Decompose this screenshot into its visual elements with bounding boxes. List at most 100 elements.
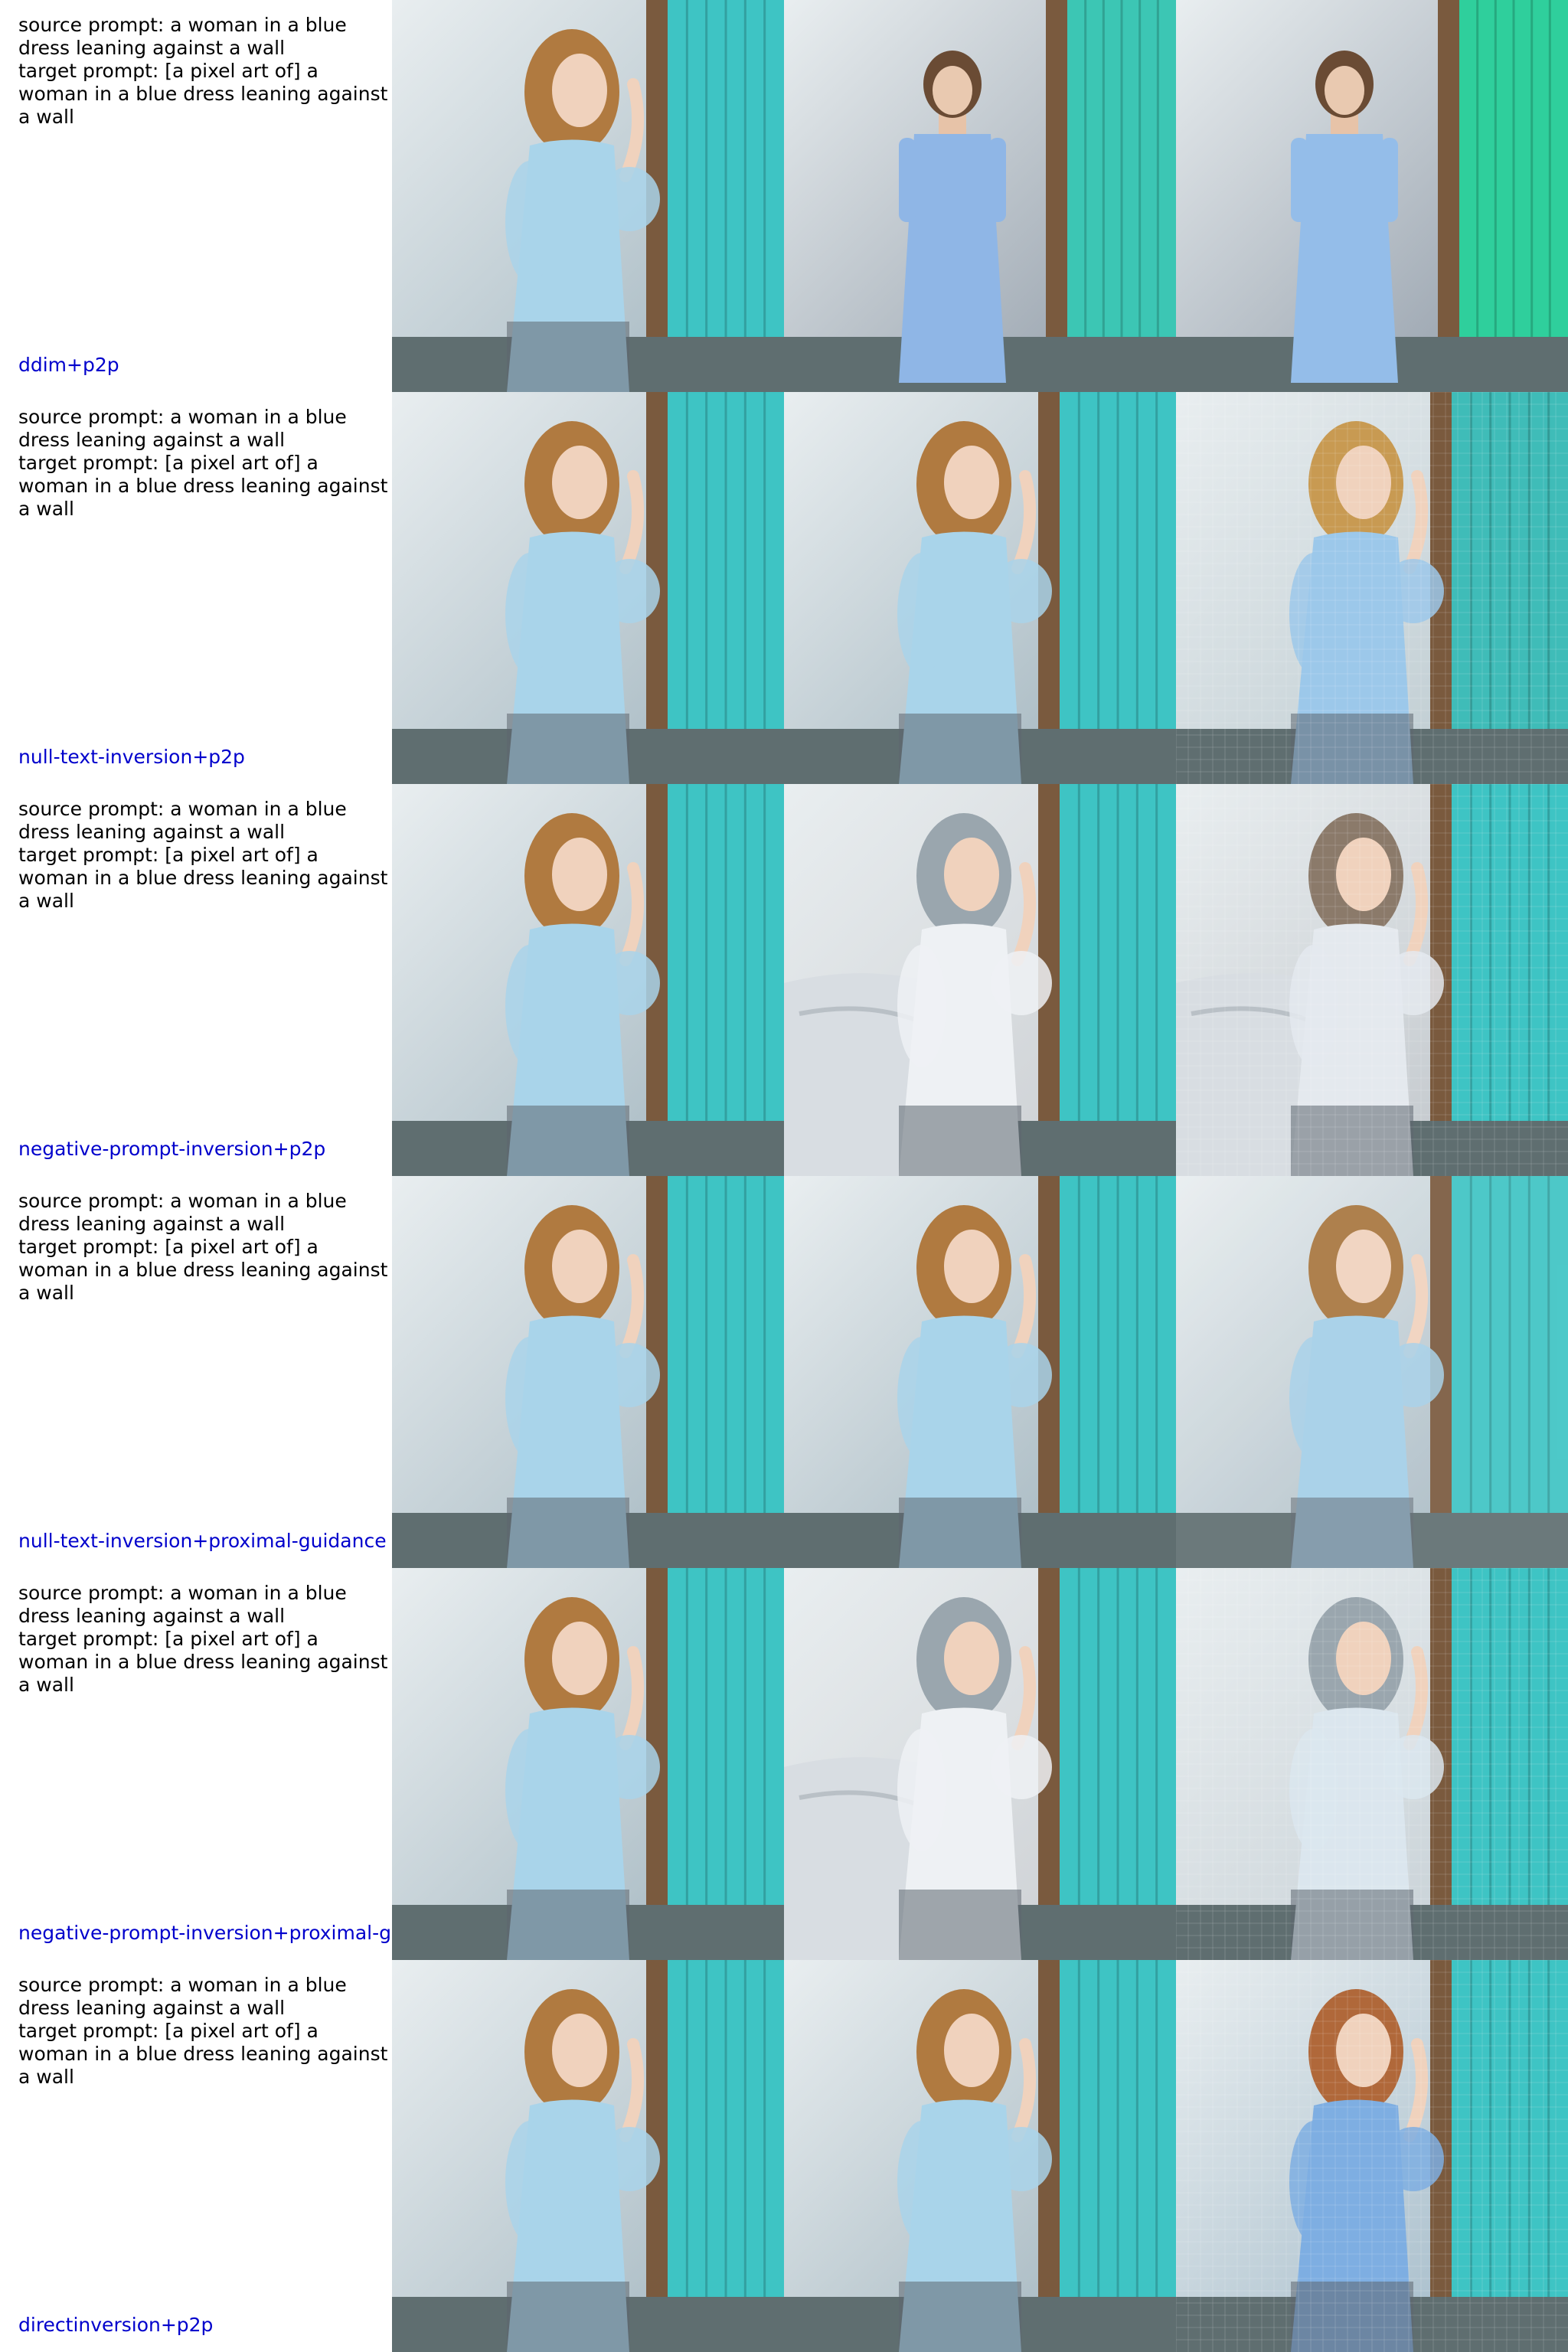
face bbox=[1336, 446, 1391, 519]
method-label: ddim+p2p bbox=[18, 354, 119, 376]
method-label: null-text-inversion+p2p bbox=[18, 746, 245, 768]
edited-image bbox=[1176, 1960, 1568, 2352]
edited-image bbox=[1176, 784, 1568, 1176]
row-label-cell: source prompt: a woman in a blue dress l… bbox=[0, 1960, 392, 2352]
door-frame bbox=[646, 0, 668, 337]
sleeve bbox=[991, 1735, 1052, 1799]
door-frame bbox=[646, 1568, 668, 1905]
source-image bbox=[392, 784, 784, 1176]
soft-haze bbox=[1176, 1176, 1568, 1568]
face bbox=[944, 446, 999, 519]
source-image bbox=[392, 1176, 784, 1568]
sleeve bbox=[989, 138, 1006, 222]
row-ddim-p2p: source prompt: a woman in a blue dress l… bbox=[0, 0, 1568, 392]
face bbox=[933, 66, 972, 115]
skirt-shadow bbox=[899, 714, 1021, 784]
row-label-cell: source prompt: a woman in a blue dress l… bbox=[0, 0, 392, 392]
sleeve bbox=[897, 1337, 946, 1459]
skirt-shadow bbox=[1291, 1106, 1413, 1176]
edited-image bbox=[1176, 1176, 1568, 1568]
skirt-shadow bbox=[1291, 714, 1413, 784]
source-image bbox=[392, 1960, 784, 2352]
sleeve bbox=[1289, 945, 1338, 1067]
photo-illustration bbox=[784, 392, 1176, 784]
photo-illustration bbox=[392, 1176, 784, 1568]
sleeve bbox=[897, 553, 946, 675]
sleeve bbox=[505, 945, 554, 1067]
door-frame bbox=[646, 784, 668, 1121]
sleeve bbox=[897, 945, 946, 1067]
row-null-text-inversion-p2p: source prompt: a woman in a blue dress l… bbox=[0, 392, 1568, 784]
face bbox=[1336, 838, 1391, 911]
skirt-shadow bbox=[507, 1890, 629, 1960]
skirt-shadow bbox=[1291, 2282, 1413, 2352]
face bbox=[552, 838, 607, 911]
source-image bbox=[392, 392, 784, 784]
photo-illustration bbox=[392, 0, 784, 392]
reconstruction-image bbox=[784, 1960, 1176, 2352]
prompt-text: source prompt: a woman in a blue dress l… bbox=[18, 798, 388, 912]
sleeve bbox=[1291, 138, 1308, 222]
photo-illustration bbox=[1176, 1960, 1568, 2352]
source-image bbox=[392, 1568, 784, 1960]
sleeve bbox=[505, 1729, 554, 1851]
face bbox=[944, 1230, 999, 1303]
edited-image bbox=[1176, 392, 1568, 784]
sleeve bbox=[599, 559, 660, 623]
method-label: negative-prompt-inversion+p2p bbox=[18, 1138, 326, 1160]
sleeve bbox=[599, 1343, 660, 1407]
method-label: directinversion+p2p bbox=[18, 2314, 214, 2336]
sleeve bbox=[599, 2127, 660, 2191]
face bbox=[552, 54, 607, 127]
prompt-text: source prompt: a woman in a blue dress l… bbox=[18, 406, 388, 520]
door-frame bbox=[1438, 0, 1459, 337]
sleeve bbox=[1289, 553, 1338, 675]
photo-illustration bbox=[392, 1568, 784, 1960]
row-negative-prompt-inversion-p2p: source prompt: a woman in a blue dress l… bbox=[0, 784, 1568, 1176]
sleeve bbox=[505, 1337, 554, 1459]
sleeve bbox=[991, 1343, 1052, 1407]
face bbox=[552, 1230, 607, 1303]
skirt-shadow bbox=[899, 1106, 1021, 1176]
sleeve bbox=[897, 2121, 946, 2243]
prompt-text: source prompt: a woman in a blue dress l… bbox=[18, 1974, 388, 2088]
sleeve bbox=[991, 2127, 1052, 2191]
method-label: negative-prompt-inversion+proximal-guida… bbox=[18, 1922, 392, 1944]
sleeve bbox=[1383, 559, 1444, 623]
skirt-shadow bbox=[507, 714, 629, 784]
source-image bbox=[392, 0, 784, 392]
sleeve bbox=[1383, 2127, 1444, 2191]
reconstruction-image bbox=[784, 0, 1176, 392]
row-null-text-inversion-proximal-guidance: source prompt: a woman in a blue dress l… bbox=[0, 1176, 1568, 1568]
sleeve bbox=[505, 161, 554, 283]
row-label-cell: source prompt: a woman in a blue dress l… bbox=[0, 1176, 392, 1568]
photo-illustration bbox=[1176, 392, 1568, 784]
method-label: null-text-inversion+proximal-guidance bbox=[18, 1530, 387, 1552]
door-frame bbox=[1038, 1960, 1060, 2297]
face bbox=[552, 2014, 607, 2087]
photo-illustration bbox=[1176, 1568, 1568, 1960]
photo-illustration bbox=[1176, 1176, 1568, 1568]
reconstruction-image bbox=[784, 392, 1176, 784]
sleeve bbox=[1383, 951, 1444, 1015]
door-frame bbox=[1046, 0, 1067, 337]
reconstruction-image bbox=[784, 1176, 1176, 1568]
face bbox=[944, 1622, 999, 1695]
sleeve bbox=[991, 951, 1052, 1015]
skirt-shadow bbox=[507, 1498, 629, 1568]
sleeve bbox=[897, 1729, 946, 1851]
face bbox=[944, 2014, 999, 2087]
photo-illustration bbox=[392, 784, 784, 1176]
sleeve bbox=[1289, 2121, 1338, 2243]
row-label-cell: source prompt: a woman in a blue dress l… bbox=[0, 392, 392, 784]
reconstruction-image bbox=[784, 784, 1176, 1176]
face bbox=[552, 446, 607, 519]
sleeve bbox=[991, 559, 1052, 623]
face bbox=[944, 838, 999, 911]
door-frame bbox=[646, 1960, 668, 2297]
reconstruction-image bbox=[784, 1568, 1176, 1960]
photo-illustration bbox=[784, 1960, 1176, 2352]
photo-illustration bbox=[784, 1568, 1176, 1960]
door-frame bbox=[1038, 1176, 1060, 1513]
face bbox=[1325, 66, 1364, 115]
